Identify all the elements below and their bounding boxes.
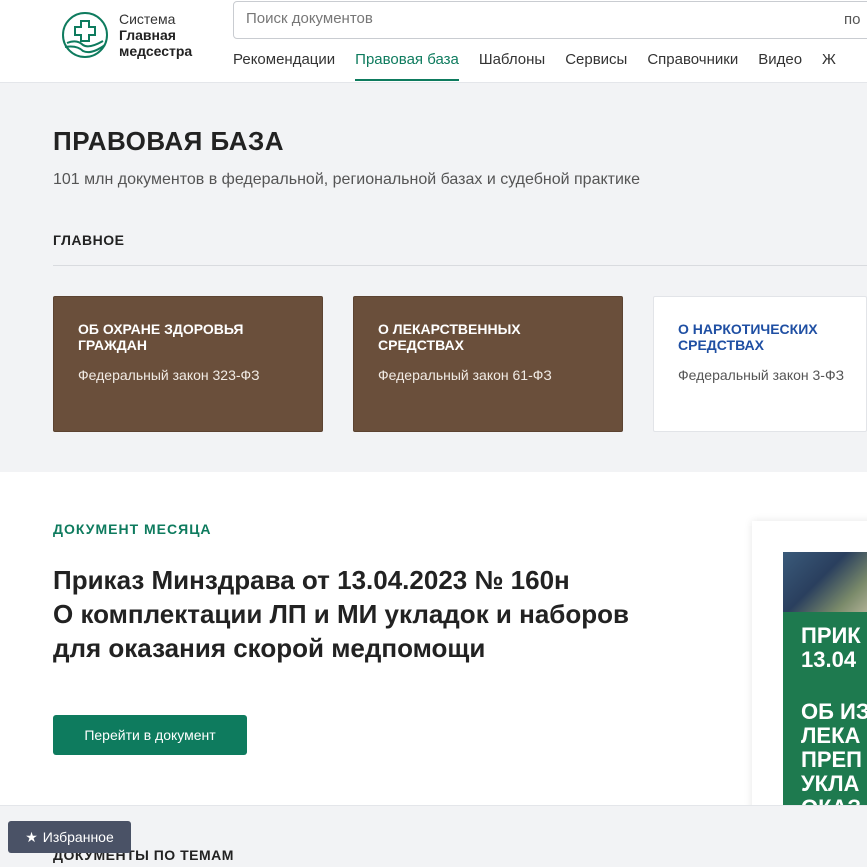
divider <box>53 265 867 266</box>
logo-cross-hand-icon <box>62 12 108 58</box>
page-subtitle: 101 млн документов в федеральной, регион… <box>53 171 640 188</box>
document-title-line-1: Приказ Минздрава от 13.04.2023 № 160н <box>53 565 570 595</box>
promo-text-line: ПРЕП <box>801 747 862 772</box>
law-card-desc: Федеральный закон 323-ФЗ <box>78 367 260 383</box>
page-title: ПРАВОВАЯ БАЗА <box>53 126 285 156</box>
document-title-line-3: для оказания скорой медпомощи <box>53 633 486 663</box>
promo-text-1: ПРИК 13.04 <box>801 624 861 672</box>
nav-recommendations[interactable]: Рекомендации <box>233 51 335 80</box>
document-of-month-title: Приказ Минздрава от 13.04.2023 № 160н О … <box>53 563 743 665</box>
site-header: Система Главная медсестра по Рекомендаци… <box>0 0 867 83</box>
legal-base-section: ПРАВОВАЯ БАЗА 101 млн документов в федер… <box>0 83 867 472</box>
logo[interactable]: Система Главная медсестра <box>61 11 192 59</box>
go-to-document-button[interactable]: Перейти в документ <box>53 715 247 755</box>
law-card-narcotics[interactable]: О НАРКОТИЧЕСКИХ СРЕДСТВАХ Федеральный за… <box>653 296 867 432</box>
law-card-title: ОБ ОХРАНЕ ЗДОРОВЬЯ ГРАЖДАН <box>78 321 244 353</box>
law-card-medicines[interactable]: О ЛЕКАРСТВЕННЫХ СРЕДСТВАХ Федеральный за… <box>353 296 623 432</box>
promo-text-line: 13.04 <box>801 647 857 672</box>
document-of-month-label: ДОКУМЕНТ МЕСЯЦА <box>53 521 212 537</box>
nav-video[interactable]: Видео <box>758 51 802 80</box>
logo-line-1: Система <box>119 11 176 27</box>
nav-services[interactable]: Сервисы <box>565 51 627 80</box>
document-of-month-section: ДОКУМЕНТ МЕСЯЦА Приказ Минздрава от 13.0… <box>0 472 867 812</box>
logo-text: Система Главная медсестра <box>119 11 192 59</box>
promo-banner[interactable]: ПРИК 13.04 ОБ ИЗ ЛЕКА ПРЕП УКЛА ОКАЗ <box>752 521 867 812</box>
favorites-label: Избранное <box>42 829 114 845</box>
star-icon: ★ <box>25 828 38 845</box>
law-card-desc: Федеральный закон 3-ФЗ <box>678 367 845 383</box>
nav-templates[interactable]: Шаблоны <box>479 51 545 80</box>
nav-references[interactable]: Справочники <box>647 51 738 80</box>
law-card-title: О ЛЕКАРСТВЕННЫХ СРЕДСТВАХ <box>378 321 521 353</box>
nav-journal[interactable]: Ж <box>822 51 836 80</box>
document-title-line-2: О комплектации ЛП и МИ укладок и наборов <box>53 599 629 629</box>
law-card-desc: Федеральный закон 61-ФЗ <box>378 367 552 383</box>
promo-text-line: ОБ ИЗ <box>801 699 867 724</box>
promo-text-line: УКЛА <box>801 771 860 796</box>
nav-legal-base[interactable]: Правовая база <box>355 51 459 81</box>
law-card-health[interactable]: ОБ ОХРАНЕ ЗДОРОВЬЯ ГРАЖДАН Федеральный з… <box>53 296 323 432</box>
promo-photo <box>783 552 867 612</box>
search-button[interactable]: по <box>844 11 860 28</box>
promo-text-2: ОБ ИЗ ЛЕКА ПРЕП УКЛА ОКАЗ <box>801 699 867 813</box>
main-section-label: ГЛАВНОЕ <box>53 232 125 248</box>
logo-line-3: медсестра <box>119 43 193 59</box>
logo-line-2: Главная <box>119 27 176 43</box>
promo-text-line: ПРИК <box>801 623 861 648</box>
promo-image: ПРИК 13.04 ОБ ИЗ ЛЕКА ПРЕП УКЛА ОКАЗ <box>783 552 867 812</box>
search-box: по <box>233 1 867 39</box>
promo-text-line: ЛЕКА <box>801 723 861 748</box>
favorites-button[interactable]: ★ Избранное <box>8 821 131 853</box>
law-card-title: О НАРКОТИЧЕСКИХ СРЕДСТВАХ <box>678 321 818 353</box>
search-input[interactable] <box>246 10 806 27</box>
main-nav: Рекомендации Правовая база Шаблоны Серви… <box>233 51 856 81</box>
